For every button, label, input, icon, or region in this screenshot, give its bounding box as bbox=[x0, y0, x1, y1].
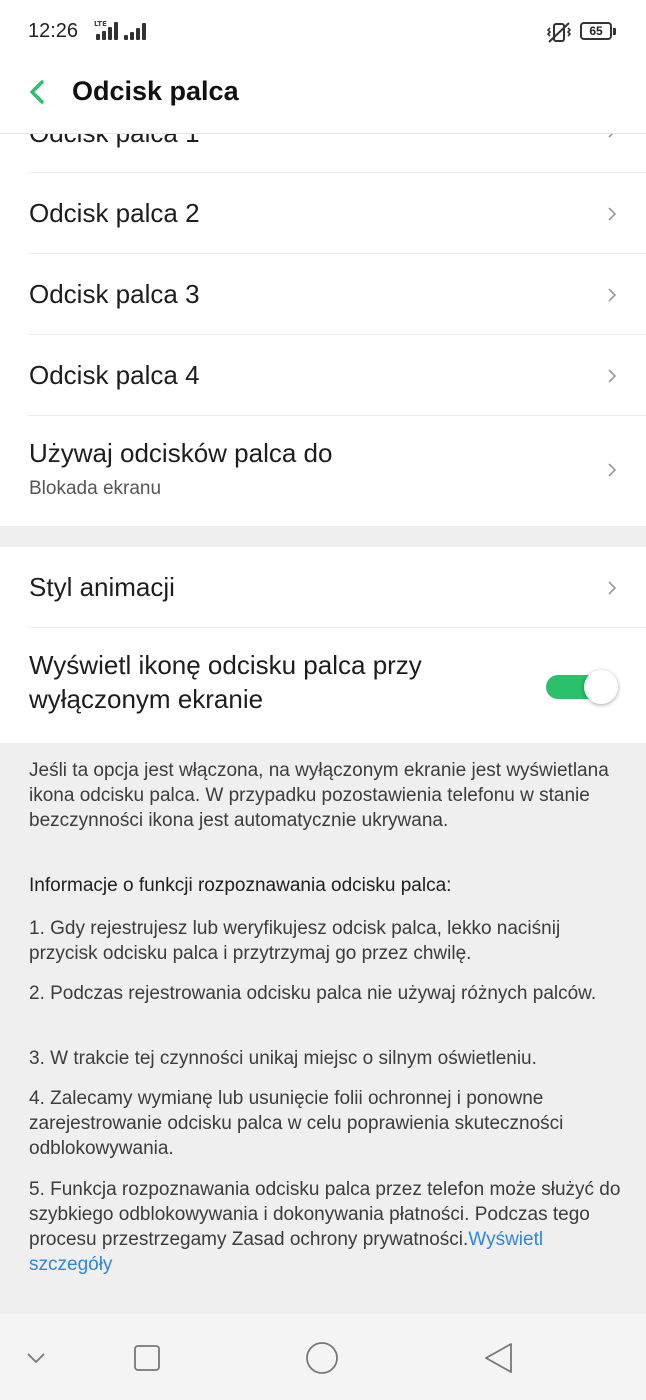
screen-off-icon-row[interactable]: Wyświetl ikonę odcisku palca przy wyłącz… bbox=[0, 628, 646, 743]
network-type: LTE bbox=[94, 20, 107, 28]
info-description: Jeśli ta opcja jest włączona, na wyłączo… bbox=[29, 760, 609, 831]
chevron-right-icon bbox=[608, 463, 617, 477]
back-triangle-icon[interactable] bbox=[481, 1340, 517, 1376]
fingerprint-row-1[interactable]: Odcisk palca 1 bbox=[0, 134, 646, 173]
use-for-label: Używaj odcisków palca do bbox=[29, 438, 333, 468]
info-tip-3: 3. W trakcie tej czynności unikaj miejsc… bbox=[29, 1048, 537, 1069]
status-time: 12:26 bbox=[28, 20, 79, 42]
settings-content[interactable]: Odcisk palca 1 Odcisk palca 2 Odcisk pal… bbox=[0, 134, 646, 1314]
fingerprint-label: Odcisk palca 1 bbox=[29, 134, 200, 149]
chevron-right-icon bbox=[608, 369, 617, 383]
chevron-right-icon bbox=[608, 207, 617, 221]
display-options: Styl animacji Wyświetl ikonę odcisku pal… bbox=[0, 547, 646, 743]
screen-off-icon-toggle[interactable] bbox=[546, 670, 618, 704]
info-tip-2: 2. Podczas rejestrowania odcisku palca n… bbox=[29, 983, 597, 1004]
chevron-right-icon bbox=[608, 134, 614, 138]
home-icon[interactable] bbox=[304, 1340, 340, 1376]
back-button[interactable] bbox=[20, 72, 60, 112]
chevron-right-icon bbox=[608, 288, 617, 302]
fingerprint-label: Odcisk palca 3 bbox=[29, 279, 200, 309]
animation-style-row[interactable]: Styl animacji bbox=[0, 547, 646, 628]
app-bar: Odcisk palca bbox=[0, 64, 646, 134]
fingerprint-row-2[interactable]: Odcisk palca 2 bbox=[0, 173, 646, 254]
info-tip-4: 4. Zalecamy wymianę lub usunięcie folii … bbox=[29, 1088, 564, 1159]
fingerprint-row-3[interactable]: Odcisk palca 3 bbox=[0, 254, 646, 335]
use-for-value: Blokada ekranu bbox=[29, 478, 162, 499]
fingerprint-list: Odcisk palca 1 Odcisk palca 2 Odcisk pal… bbox=[0, 134, 646, 526]
info-tip-5: 5. Funkcja rozpoznawania odcisku palca p… bbox=[29, 1177, 621, 1277]
fingerprint-label: Odcisk palca 4 bbox=[29, 360, 200, 390]
animation-style-label: Styl animacji bbox=[29, 572, 175, 602]
screen-off-icon-label: Wyświetl ikonę odcisku palca przy wyłącz… bbox=[29, 650, 422, 714]
info-tip-1: 1. Gdy rejestrujesz lub weryfikujesz odc… bbox=[29, 918, 561, 964]
use-fingerprint-for-row[interactable]: Używaj odcisków palca do Blokada ekranu bbox=[0, 416, 646, 526]
fingerprint-label: Odcisk palca 2 bbox=[29, 198, 200, 228]
vibrate-icon bbox=[546, 22, 572, 43]
fingerprint-row-4[interactable]: Odcisk palca 4 bbox=[0, 335, 646, 416]
page-title: Odcisk palca bbox=[72, 76, 239, 106]
battery-icon: 65 bbox=[580, 22, 616, 40]
chevron-right-icon bbox=[608, 581, 617, 595]
status-bar: 12:26 LTE 65 bbox=[0, 0, 646, 64]
navigation-bar bbox=[0, 1314, 646, 1400]
hide-nav-icon[interactable] bbox=[18, 1340, 54, 1376]
recents-icon[interactable] bbox=[129, 1340, 165, 1376]
info-heading: Informacje o funkcji rozpoznawania odcis… bbox=[29, 875, 452, 896]
